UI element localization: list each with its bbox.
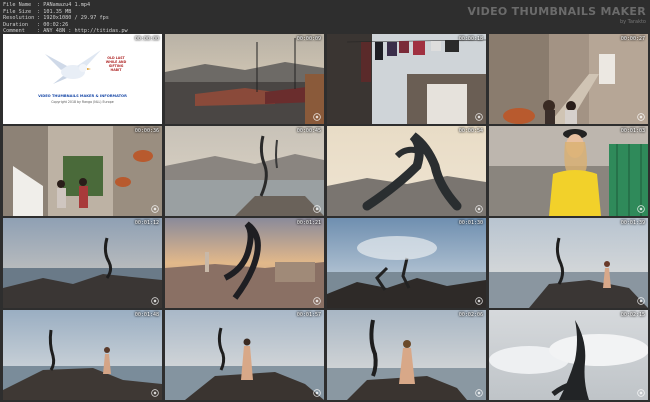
thumbnail-statue-seaside[interactable]: 00:00:45: [165, 126, 324, 216]
timestamp: 00:00:09: [296, 36, 321, 42]
thumbnail-statue-rocks[interactable]: 00:01:12: [3, 218, 162, 308]
logo-copyright: Copyright 2018 by Rango (NLL) Europe: [51, 100, 114, 104]
corner-badge-icon: [313, 205, 321, 213]
corner-badge-icon: [637, 205, 645, 213]
thumbnail-woman-yellow-shirt[interactable]: 00:01:03: [489, 126, 648, 216]
timestamp: 00:01:48: [134, 312, 159, 318]
corner-badge-icon: [151, 389, 159, 397]
timestamp: 00:00:00: [134, 36, 159, 42]
twin-statues-image: [327, 218, 486, 308]
thumbnail-grid: OLD LAST WHILE AND GIFTING HABIT VIDEO T…: [3, 34, 648, 400]
timestamp: 00:01:39: [620, 220, 645, 226]
corner-badge-icon: [151, 205, 159, 213]
statue-wide-image: [3, 310, 162, 400]
corner-badge-icon: [637, 389, 645, 397]
corner-badge-icon: [475, 297, 483, 305]
thumbnail-alley[interactable]: 00:00:36: [3, 126, 162, 216]
corner-badge-icon: [637, 297, 645, 305]
corner-badge-icon: [151, 113, 159, 121]
thumbnail-woman-statue-close[interactable]: 00:02:06: [327, 310, 486, 400]
thumbnail-statue-sunset-town[interactable]: 00:01:21: [165, 218, 324, 308]
thumbnail-statue-clouds[interactable]: 00:02:15: [489, 310, 648, 400]
timestamp: 00:01:21: [296, 220, 321, 226]
sunset-town-image: [165, 218, 324, 308]
brand-title: VIDEO THUMBNAILS MAKER: [467, 5, 646, 18]
corner-badge-icon: [475, 389, 483, 397]
timestamp: 00:02:06: [458, 312, 483, 318]
corner-badge-icon: [313, 297, 321, 305]
brand-watermark: VIDEO THUMBNAILS MAKER by Tarakto: [467, 5, 646, 25]
thumbnail-statue-closeup[interactable]: 00:00:54: [327, 126, 486, 216]
thumbnail-statue-rocks-wide[interactable]: 00:01:48: [3, 310, 162, 400]
thumbnail-logo[interactable]: OLD LAST WHILE AND GIFTING HABIT VIDEO T…: [3, 34, 162, 124]
timestamp: 00:01:12: [134, 220, 159, 226]
dove-logo-icon: [45, 50, 101, 84]
logo-badge: OLD LAST WHILE AND GIFTING HABIT: [105, 56, 127, 72]
file-size-row: File Size: 101.35 MB: [3, 8, 72, 15]
timestamp: 00:01:30: [458, 220, 483, 226]
harbor-scene-image: [165, 34, 324, 124]
thumbnail-laundry[interactable]: 00:00:18: [327, 34, 486, 124]
statue-closeup-image: [327, 126, 486, 216]
timestamp: 00:01:57: [296, 312, 321, 318]
corner-badge-icon: [475, 113, 483, 121]
woman-statue-close-image: [327, 310, 486, 400]
duration-row: Duration: 00:02:26: [3, 21, 69, 28]
woman-statue-image: [165, 310, 324, 400]
file-name-row: File Name: PANamazu4 1.mp4: [3, 2, 91, 8]
stairs-scene-image: [489, 34, 648, 124]
timestamp: 00:00:18: [458, 36, 483, 42]
corner-badge-icon: [637, 113, 645, 121]
woman-scene-image: [489, 126, 648, 216]
timestamp: 00:00:54: [458, 128, 483, 134]
thumbnail-stone-stairs[interactable]: 00:00:27: [489, 34, 648, 124]
thumbnail-harbor[interactable]: 00:00:09: [165, 34, 324, 124]
thumbnail-woman-statue[interactable]: 00:01:57: [165, 310, 324, 400]
statue-seaside-image: [165, 126, 324, 216]
statue-rocks-image: [3, 218, 162, 308]
statue-clouds-image: [489, 310, 648, 400]
thumbnail-woman-rocks[interactable]: 00:01:39: [489, 218, 648, 308]
corner-badge-icon: [313, 113, 321, 121]
corner-badge-icon: [475, 205, 483, 213]
corner-badge-icon: [313, 389, 321, 397]
corner-badge-icon: [151, 297, 159, 305]
file-info: File Name: PANamazu4 1.mp4 File Size: 10…: [3, 2, 128, 35]
timestamp: 00:01:03: [620, 128, 645, 134]
timestamp: 00:00:27: [620, 36, 645, 42]
logo-title: VIDEO THUMBNAILS MAKER & INFORMATOR: [38, 94, 127, 98]
timestamp: 00:00:36: [134, 128, 159, 134]
woman-rocks-image: [489, 218, 648, 308]
alley-scene-image: [3, 126, 162, 216]
thumbnail-statues-twin[interactable]: 00:01:30: [327, 218, 486, 308]
brand-subtitle: by Tarakto: [619, 19, 646, 25]
timestamp: 00:02:15: [620, 312, 645, 318]
timestamp: 00:00:45: [296, 128, 321, 134]
resolution-row: Resolution: 1920x1080 / 29.97 fps: [3, 15, 109, 22]
laundry-scene-image: [327, 34, 486, 124]
